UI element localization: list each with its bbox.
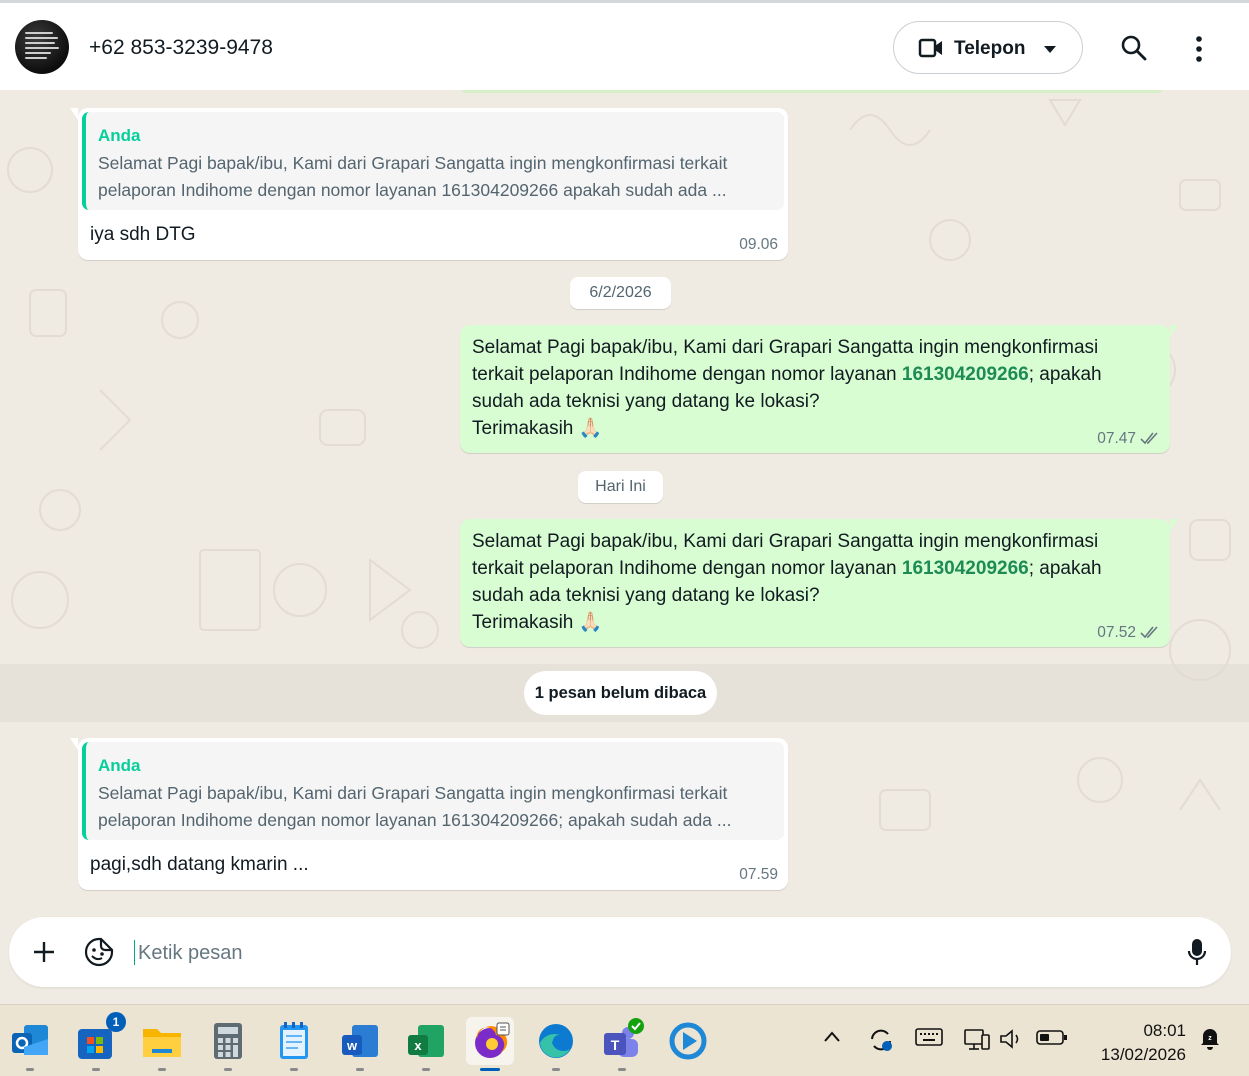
- svg-text:z: z: [1208, 1035, 1212, 1042]
- quote-author: Anda: [98, 756, 141, 775]
- read-ticks-icon: [1140, 432, 1158, 445]
- clock-time: 08:01: [1143, 1021, 1186, 1040]
- outgoing-message[interactable]: Selamat Pagi bapak/ibu, Kami dari Grapar…: [460, 519, 1178, 647]
- message-time: 07.52: [1097, 624, 1136, 641]
- outlook-icon: [12, 1025, 48, 1055]
- battery-icon[interactable]: [1036, 1027, 1068, 1047]
- taskbar-clock[interactable]: 08:01 13/02/2026: [1086, 1019, 1186, 1067]
- chat-header: +62 853-3239-9478 Telepon: [0, 0, 1249, 90]
- quote-text: Selamat Pagi bapak/ibu, Kami dari Grapar…: [98, 153, 728, 200]
- unread-messages-divider: 1 pesan belum dibaca: [524, 671, 717, 715]
- message-time: 07.59: [739, 866, 778, 883]
- network-icon[interactable]: [963, 1027, 991, 1053]
- incoming-message[interactable]: Anda Selamat Pagi bapak/ibu, Kami dari G…: [70, 738, 788, 890]
- taskbar-teams[interactable]: T: [598, 1017, 646, 1071]
- sticker-icon[interactable]: [84, 937, 114, 967]
- taskbar-calculator[interactable]: [204, 1017, 252, 1071]
- quote-text: Selamat Pagi bapak/ibu, Kami dari Grapar…: [98, 783, 732, 830]
- read-ticks-icon: [1140, 626, 1158, 639]
- contact-name[interactable]: +62 853-3239-9478: [89, 36, 273, 60]
- message-text: pagi,sdh datang kmarin ...: [90, 854, 309, 875]
- phone-number-link[interactable]: 161304209266: [902, 558, 1029, 579]
- plus-icon[interactable]: [33, 941, 55, 963]
- do-not-disturb-icon[interactable]: z: [1198, 1025, 1222, 1051]
- calculator-icon: [214, 1023, 242, 1059]
- sync-icon[interactable]: [868, 1027, 894, 1053]
- taskbar-word[interactable]: w: [336, 1017, 384, 1071]
- message-input[interactable]: [136, 937, 1140, 969]
- more-vertical-icon[interactable]: [1192, 35, 1206, 63]
- clock-date: 13/02/2026: [1100, 1045, 1186, 1064]
- conversation-panel[interactable]: Anda Selamat Pagi bapak/ibu, Kami dari G…: [0, 90, 1249, 915]
- taskbar-outlook[interactable]: [6, 1017, 54, 1071]
- taskbar-file-explorer[interactable]: [138, 1017, 186, 1071]
- windows-taskbar: 1 w x T 08:01 13/02/2026 z: [0, 1004, 1249, 1076]
- microphone-icon[interactable]: [1187, 938, 1207, 966]
- svg-text:x: x: [414, 1038, 422, 1053]
- message-text: Selamat Pagi bapak/ibu, Kami dari Grapar…: [472, 531, 1102, 633]
- edge-icon: [539, 1024, 573, 1058]
- video-camera-icon: [918, 38, 942, 58]
- firefox-icon: [475, 1022, 510, 1058]
- incoming-message[interactable]: Anda Selamat Pagi bapak/ibu, Kami dari G…: [70, 108, 788, 260]
- date-divider: 6/2/2026: [570, 277, 671, 309]
- teams-icon: T: [604, 1018, 644, 1057]
- message-text: Selamat Pagi bapak/ibu, Kami dari Grapar…: [472, 337, 1102, 439]
- chevron-down-icon: [1044, 46, 1056, 53]
- taskbar-store[interactable]: 1: [72, 1012, 126, 1071]
- date-divider-today: Hari Ini: [578, 471, 663, 503]
- call-button[interactable]: Telepon: [893, 21, 1083, 74]
- volume-icon[interactable]: [998, 1027, 1024, 1051]
- svg-text:T: T: [611, 1037, 620, 1053]
- notepad-icon: [280, 1022, 308, 1059]
- quoted-message[interactable]: Anda Selamat Pagi bapak/ibu, Kami dari G…: [82, 742, 784, 840]
- keyboard-icon[interactable]: [915, 1027, 943, 1047]
- folder-icon: [143, 1029, 181, 1057]
- taskbar-excel[interactable]: x: [402, 1017, 450, 1071]
- message-time: 09.06: [739, 236, 778, 253]
- quote-author: Anda: [98, 126, 141, 145]
- call-button-label: Telepon: [954, 38, 1026, 59]
- message-time: 07.47: [1097, 430, 1136, 447]
- notification-badge: 1: [106, 1012, 126, 1032]
- chevron-up-icon[interactable]: [822, 1027, 842, 1047]
- quoted-message[interactable]: Anda Selamat Pagi bapak/ibu, Kami dari G…: [82, 112, 784, 210]
- svg-text:w: w: [346, 1038, 358, 1053]
- contact-avatar[interactable]: [15, 20, 69, 74]
- message-text: iya sdh DTG: [90, 224, 196, 245]
- previous-message-edge: [462, 90, 1162, 93]
- word-icon: w: [342, 1025, 378, 1057]
- search-icon[interactable]: [1120, 34, 1148, 62]
- taskbar-notepad[interactable]: [270, 1017, 318, 1071]
- taskbar-media-player[interactable]: [664, 1017, 712, 1065]
- composer-bar: [0, 915, 1249, 1004]
- taskbar-firefox[interactable]: [466, 1017, 514, 1071]
- taskbar-edge[interactable]: [532, 1017, 580, 1071]
- message-composer: [9, 917, 1231, 987]
- excel-icon: x: [408, 1025, 444, 1057]
- outgoing-message[interactable]: Selamat Pagi bapak/ibu, Kami dari Grapar…: [460, 325, 1178, 453]
- phone-number-link[interactable]: 161304209266: [902, 364, 1029, 385]
- media-player-icon: [669, 1022, 707, 1060]
